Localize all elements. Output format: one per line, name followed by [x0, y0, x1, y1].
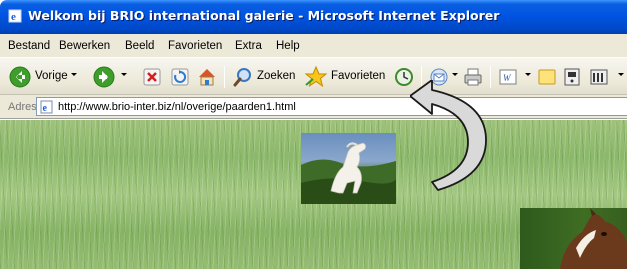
forward-dropdown-arrow[interactable] — [121, 73, 127, 76]
brown-horse-image[interactable] — [520, 208, 627, 269]
stop-icon[interactable] — [142, 65, 162, 89]
menu-beeld[interactable]: Beeld — [125, 40, 154, 52]
edit-dropdown-arrow[interactable] — [525, 73, 531, 76]
toolbar: Vorige Zoeken Favorieten W — [0, 58, 627, 95]
discuss-icon[interactable] — [536, 65, 558, 89]
menu-bewerken[interactable]: Bewerken — [59, 40, 110, 52]
white-horse-image[interactable] — [301, 133, 396, 204]
svg-text:e: e — [11, 11, 16, 23]
menu-help[interactable]: Help — [276, 40, 300, 52]
toolbar-separator — [224, 66, 225, 88]
title-bar[interactable]: e Welkom bij BRIO international galerie … — [0, 0, 627, 34]
messenger-icon[interactable] — [588, 65, 610, 89]
edit-icon[interactable]: W — [497, 65, 519, 89]
search-icon[interactable] — [232, 65, 254, 89]
menu-bestand[interactable]: Bestand — [8, 40, 50, 52]
favorites-button-label[interactable]: Favorieten — [331, 70, 385, 82]
menu-extra[interactable]: Extra — [235, 40, 262, 52]
toolbar-overflow-arrow[interactable] — [618, 73, 624, 76]
favorites-star-icon[interactable] — [304, 65, 328, 89]
brown-horse-illustration — [560, 208, 627, 269]
forward-arrow-icon[interactable] — [92, 65, 116, 89]
address-bar: Adres e http://www.brio-inter.biz/nl/ove… — [0, 95, 627, 119]
back-dropdown-arrow[interactable] — [71, 73, 77, 76]
home-icon[interactable] — [196, 65, 218, 89]
address-url[interactable]: http://www.brio-inter.biz/nl/overige/paa… — [58, 101, 296, 113]
search-button-label[interactable]: Zoeken — [257, 70, 295, 82]
ie-page-icon: e — [40, 100, 53, 114]
svg-text:e: e — [43, 103, 48, 114]
curved-arrow-overlay — [410, 80, 487, 191]
research-icon[interactable] — [562, 65, 582, 89]
ie-page-icon[interactable]: e — [8, 9, 22, 23]
back-button-label[interactable]: Vorige — [35, 70, 68, 82]
white-horse-illustration — [301, 142, 396, 204]
refresh-icon[interactable] — [170, 65, 190, 89]
back-arrow-icon[interactable] — [8, 65, 32, 89]
menu-bar: Bestand Bewerken Beeld Favorieten Extra … — [0, 34, 627, 58]
menu-favorieten[interactable]: Favorieten — [168, 40, 222, 52]
mail-dropdown-arrow[interactable] — [452, 73, 458, 76]
address-field[interactable]: e http://www.brio-inter.biz/nl/overige/p… — [36, 97, 627, 116]
page-content — [0, 120, 627, 269]
window-title: Welkom bij BRIO international galerie - … — [28, 8, 500, 23]
address-label: Adres — [8, 101, 37, 113]
toolbar-separator — [490, 66, 491, 88]
